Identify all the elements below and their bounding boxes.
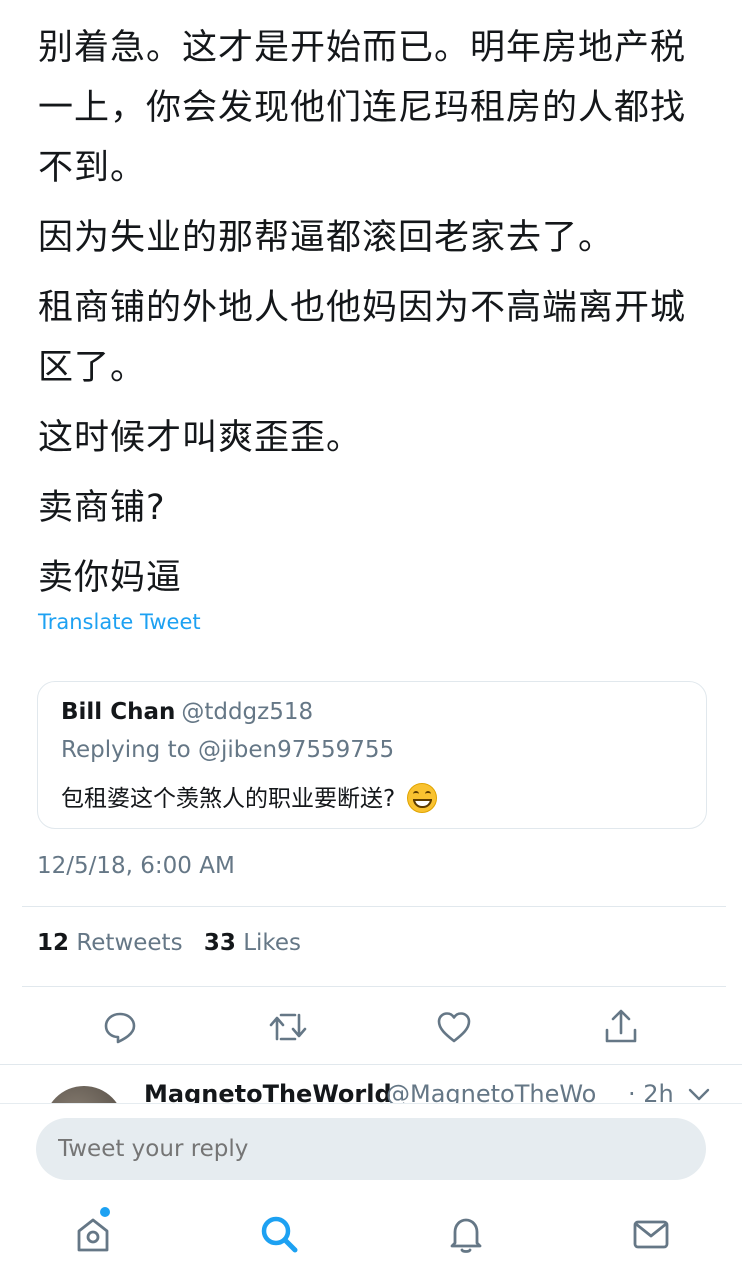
reply-tweet-preview[interactable]: MagnetoTheWorld @MagnetoTheWo · 2h <box>0 1066 742 1104</box>
tab-search[interactable] <box>254 1209 304 1259</box>
share-icon <box>605 1009 637 1043</box>
avatar[interactable] <box>44 1086 124 1104</box>
bell-icon <box>450 1218 482 1253</box>
divider <box>22 986 726 987</box>
tweet-detail-screen: 别着急。这才是开始而已。明年房地产税一上，你会发现他们连尼玛租房的人都找不到。 … <box>0 0 742 1280</box>
grinning-face-emoji-icon <box>407 783 438 813</box>
divider <box>0 1064 742 1065</box>
notification-dot <box>100 1207 110 1217</box>
retweets-count[interactable]: 12 <box>37 930 69 956</box>
tweet-text: 别着急。这才是开始而已。明年房地产税一上，你会发现他们连尼玛租房的人都找不到。 … <box>38 18 718 618</box>
share-button[interactable] <box>599 1005 643 1049</box>
reply-icon <box>104 1012 136 1044</box>
quoted-author-handle: @tddgz518 <box>181 699 314 725</box>
retweet-icon <box>269 1013 307 1041</box>
tweet-reply-input[interactable] <box>36 1118 706 1180</box>
tweet-action-bar <box>0 1005 742 1049</box>
tweet-stats: 12 Retweets 33 Likes <box>37 930 315 956</box>
tweet-paragraph: 这时候才叫爽歪歪。 <box>38 418 363 458</box>
divider <box>22 906 726 907</box>
reply-author-name: MagnetoTheWorld <box>144 1080 392 1104</box>
search-icon <box>261 1216 298 1253</box>
tweet-paragraph: 卖你妈逼 <box>38 558 183 598</box>
quoted-author-name: Bill Chan <box>61 699 176 725</box>
retweets-label[interactable]: Retweets <box>76 930 182 956</box>
bottom-tab-bar <box>0 1195 742 1280</box>
quoted-tweet-text: 包租婆这个羡煞人的职业要断送? <box>61 786 396 812</box>
reply-author-handle: @MagnetoTheWo <box>386 1080 597 1104</box>
mail-icon <box>633 1220 669 1249</box>
tab-messages[interactable] <box>626 1209 676 1259</box>
likes-count[interactable]: 33 <box>204 930 236 956</box>
translate-tweet-link[interactable]: Translate Tweet <box>38 610 201 634</box>
chevron-down-icon[interactable] <box>688 1088 710 1102</box>
reply-composer-bar <box>0 1103 742 1195</box>
tweet-paragraph: 租商铺的外地人也他妈因为不高端离开城区了。 <box>38 288 687 388</box>
tweet-paragraph: 卖商铺? <box>38 488 166 528</box>
tweet-paragraph: 因为失业的那帮逼都滚回老家去了。 <box>38 218 615 258</box>
tab-home[interactable] <box>68 1207 118 1259</box>
tweet-timestamp: 12/5/18, 6:00 AM <box>37 853 235 879</box>
quoted-replying-to: Replying to @jiben97559755 <box>61 737 395 763</box>
tweet-paragraph: 别着急。这才是开始而已。明年房地产税一上，你会发现他们连尼玛租房的人都找不到。 <box>38 28 687 188</box>
reply-time: · 2h <box>628 1080 674 1104</box>
quoted-tweet-header: Bill Chan @tddgz518 <box>61 699 313 725</box>
like-button[interactable] <box>432 1005 476 1049</box>
tab-notifications[interactable] <box>441 1209 491 1259</box>
quoted-tweet-card[interactable]: Bill Chan @tddgz518 Replying to @jiben975… <box>37 681 707 829</box>
quoted-tweet-text-line: 包租婆这个羡煞人的职业要断送? <box>61 779 438 813</box>
reply-button[interactable] <box>98 1005 142 1049</box>
likes-label[interactable]: Likes <box>243 930 301 956</box>
home-icon <box>77 1218 109 1252</box>
heart-icon <box>437 1012 471 1043</box>
retweet-button[interactable] <box>266 1005 310 1049</box>
